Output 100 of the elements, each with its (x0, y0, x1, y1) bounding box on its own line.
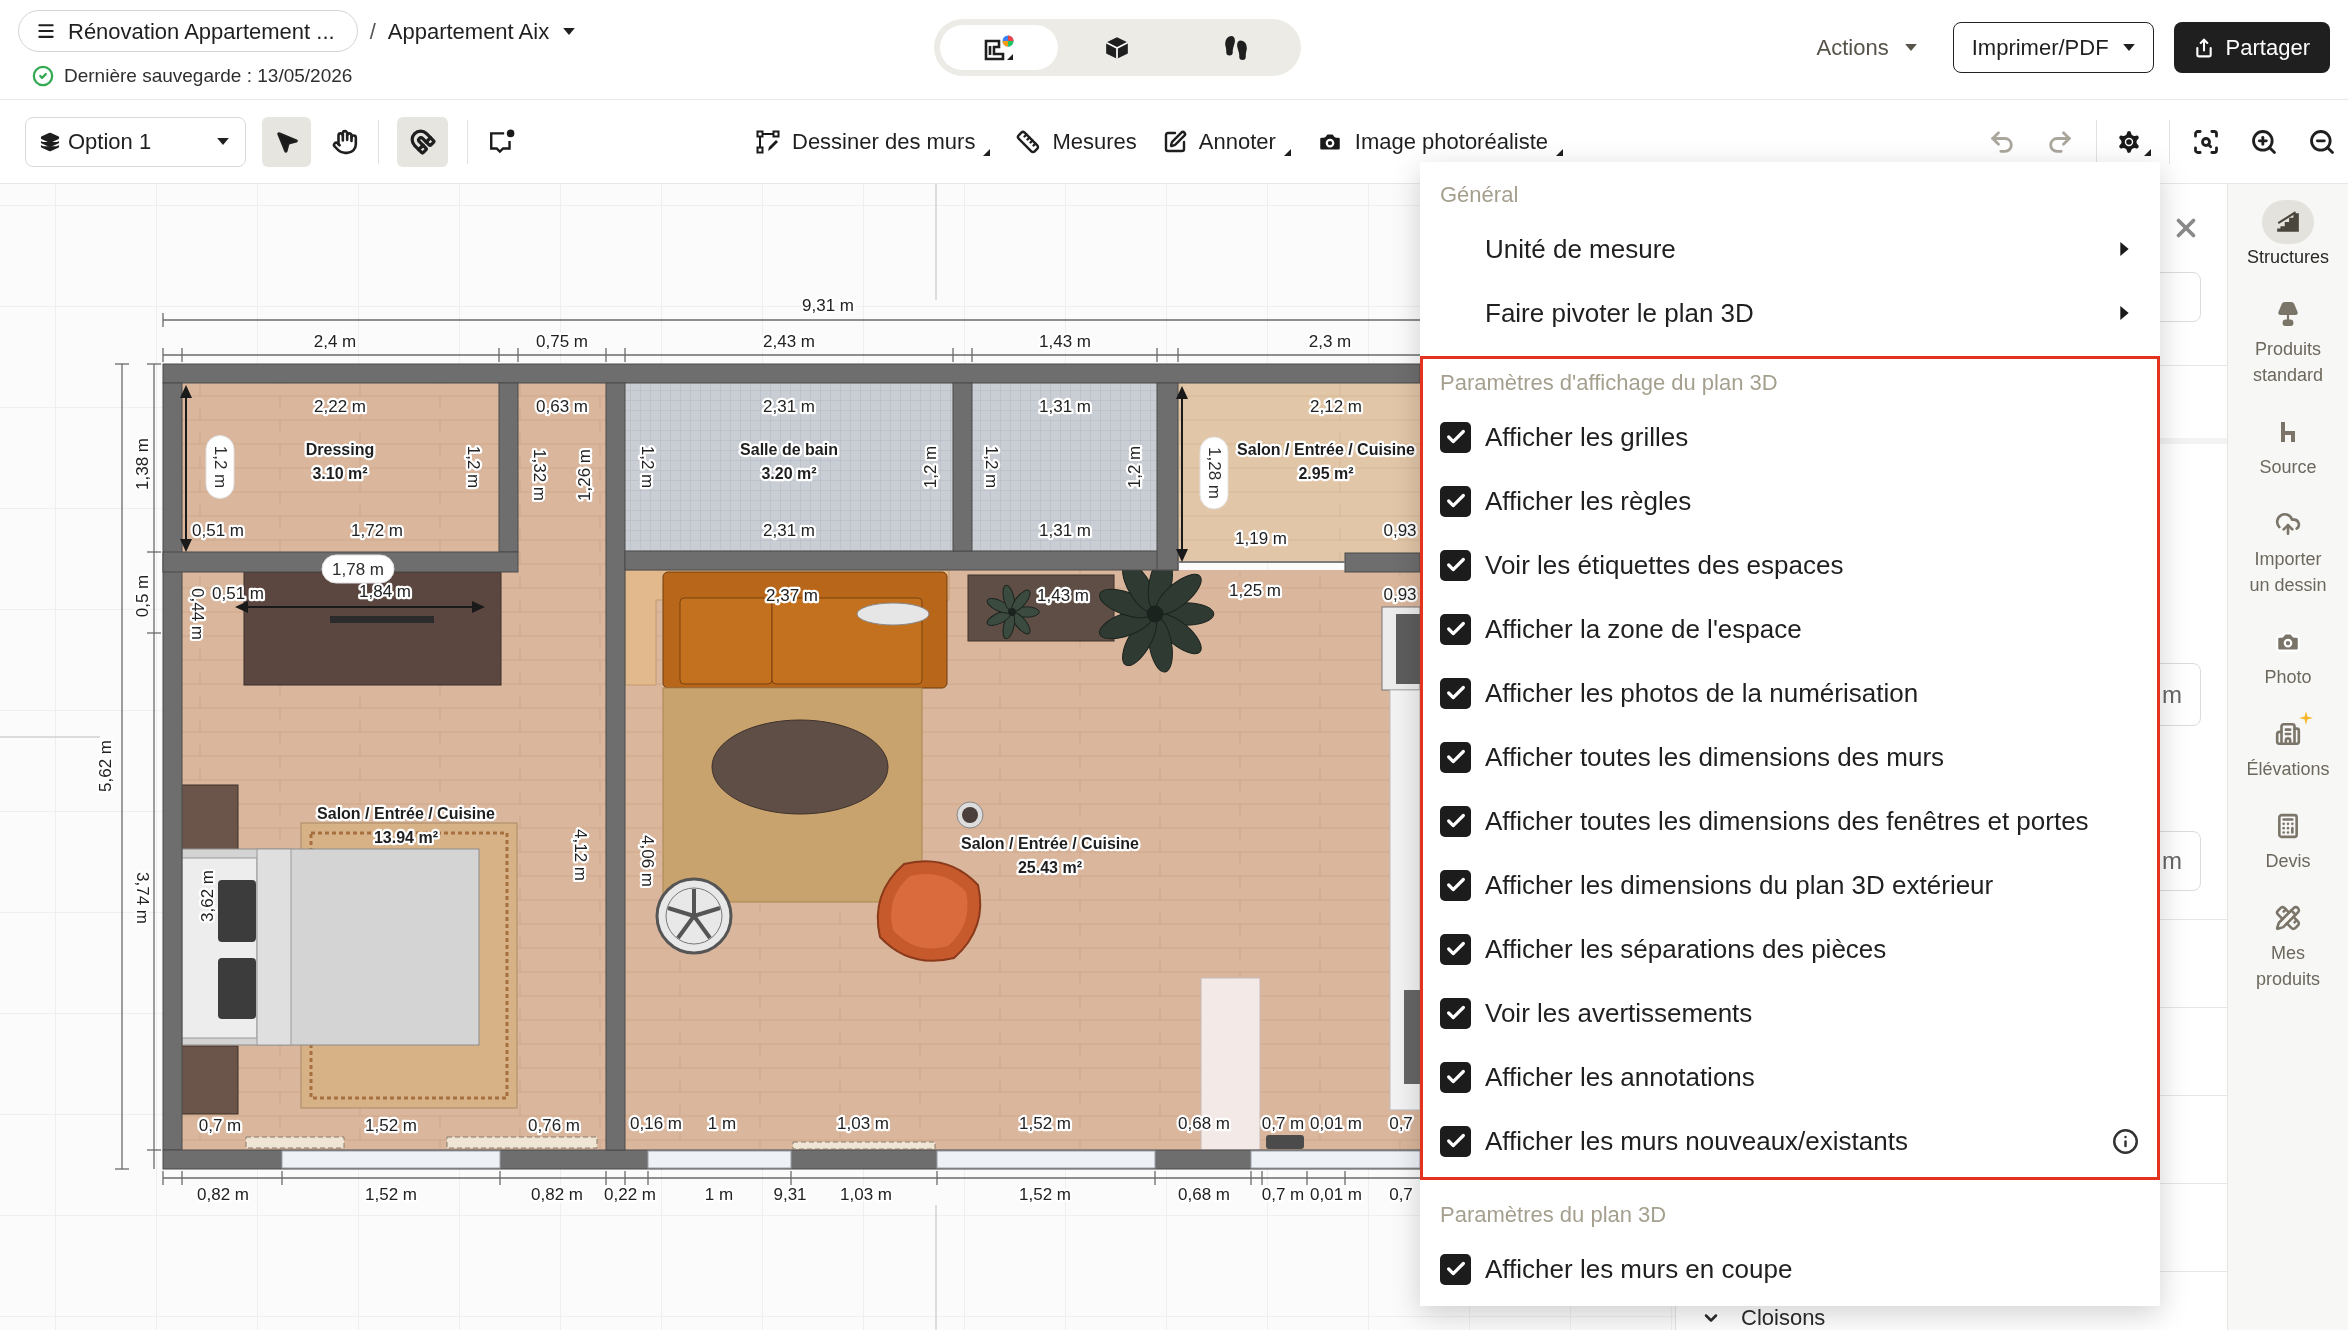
dimension-label: 0,44 m (187, 588, 207, 640)
dimension-label: 2,31 m (763, 396, 815, 416)
menu-item[interactable]: Afficher les règles (1423, 469, 2157, 533)
checkbox[interactable] (1440, 1061, 1471, 1093)
checkbox[interactable] (1440, 677, 1471, 709)
menu-item[interactable]: Afficher la zone de l'espace (1423, 597, 2157, 661)
dimension-label: 4,06 m (637, 835, 657, 887)
menu-item[interactable]: Afficher toutes les dimensions des murs (1423, 725, 2157, 789)
dimension-label: 0,7 m (1261, 1184, 1305, 1204)
dimension-label: 0,5 m (132, 574, 152, 618)
dimension-label: 1,43 m (1037, 585, 1089, 605)
save-status: Dernière sauvegarde : 13/05/2026 (64, 64, 353, 88)
dimension-label: 1,72 m (351, 520, 403, 540)
checkbox[interactable] (1440, 805, 1471, 837)
tool-button[interactable] (262, 116, 311, 167)
layers-icon (40, 131, 60, 152)
dimension-label: 1 m (704, 1184, 734, 1204)
checkbox[interactable] (1440, 933, 1471, 965)
sidebar-item[interactable]: Source (2232, 410, 2344, 480)
dimension-label: 0,93 (1383, 584, 1417, 604)
menu-item[interactable]: Afficher les dimensions du plan 3D extérieur (1423, 853, 2157, 917)
checkbox[interactable] (1440, 613, 1471, 645)
view-mode-tab[interactable] (940, 25, 1059, 70)
menu-item[interactable]: Afficher toutes les dimensions des fenêtres et portes (1423, 789, 2157, 853)
dimension-label: 1,38 m (132, 438, 152, 490)
room-area: 2.95 m² (1298, 464, 1354, 482)
plan-selector[interactable]: Appartement Aix (387, 14, 576, 48)
magnet-icon (409, 128, 436, 155)
dimension-label: 1,52 m (1019, 1113, 1071, 1133)
toolbar-menu-button[interactable]: Image photoréaliste (1316, 125, 1564, 158)
sidebar-item[interactable]: Structures (2232, 200, 2344, 270)
dimension-label: 0,22 m (604, 1184, 656, 1204)
actions-menu-button[interactable]: Actions (1806, 22, 1927, 73)
footprints-icon (1222, 34, 1249, 61)
section-header[interactable]: Cloisons (1701, 1306, 2201, 1330)
dimension-label: 0,01 m (1310, 1184, 1362, 1204)
dimension-label: 9,31 m (802, 295, 854, 315)
checkbox[interactable] (1440, 1253, 1471, 1285)
dimension-label: 1,43 m (1039, 331, 1091, 351)
room-name: Salon / Entrée / Cuisine (317, 804, 495, 822)
dimension-label: 0,82 m (197, 1184, 249, 1204)
checkbox[interactable] (1440, 869, 1471, 901)
lamp-icon (2275, 301, 2301, 327)
zoom-out-icon (2308, 127, 2336, 156)
dimension-tag: 1,28 m (1199, 436, 1229, 510)
dimension-label: 0,93 (1383, 520, 1417, 540)
checkbox[interactable] (1440, 1125, 1471, 1157)
toggle-button[interactable] (397, 116, 448, 167)
toolbar-menu-button[interactable]: Dessiner des murs (756, 125, 991, 158)
print-button[interactable]: Imprimer/PDF (1952, 22, 2154, 73)
dimension-label: 1,52 m (365, 1184, 417, 1204)
option-select[interactable]: Option 1 (25, 116, 246, 167)
floor-lamp (956, 801, 984, 829)
toolbar-menu-button[interactable]: Annoter (1162, 125, 1291, 158)
caret-icon (563, 27, 576, 35)
sidebar-item[interactable]: Produits standard (2232, 292, 2344, 388)
room-name: Dressing (305, 440, 375, 458)
menu-item[interactable]: Voir les avertissements (1423, 981, 2157, 1045)
sidebar-item[interactable]: Mes produits (2232, 896, 2344, 992)
checkbox[interactable] (1440, 549, 1471, 581)
sidebar-item[interactable]: Importer un dessin (2232, 502, 2344, 598)
checkbox[interactable] (1440, 421, 1471, 453)
menu-item[interactable]: Afficher les murs nouveaux/existants (1423, 1109, 2157, 1173)
dimension-label: 0,75 m (536, 331, 588, 351)
check-circle-icon (32, 65, 54, 88)
sidebar-item[interactable]: Devis (2232, 804, 2344, 874)
checkbox[interactable] (1440, 741, 1471, 773)
share-button[interactable]: Partager (2173, 22, 2330, 73)
dimension-label: 0,7 m (198, 1115, 242, 1135)
sidebar-item[interactable]: Élévations (2232, 712, 2344, 782)
calculator-icon (2275, 813, 2301, 839)
menu-item[interactable]: Afficher les murs en coupe (1423, 1237, 2157, 1301)
dimension-label: 1,2 m (1124, 445, 1144, 489)
dimension-label: 0,76 m (528, 1115, 580, 1135)
sidebar-item[interactable]: Photo (2232, 620, 2344, 690)
dimension-label: 0,63 m (536, 396, 588, 416)
room-area: 25.43 m² (1018, 858, 1082, 876)
menu-item[interactable]: Faire pivoter le plan 3D (1423, 281, 2157, 345)
menu-item[interactable]: Voir les étiquettes des espaces (1423, 533, 2157, 597)
dimension-tag: 1,78 m (321, 554, 395, 584)
toolbar-menu-button[interactable]: Mesures (1016, 125, 1137, 158)
dimension-label: 1,31 m (1039, 396, 1091, 416)
menu-item[interactable]: Afficher les annotations (1423, 1045, 2157, 1109)
note-icon (488, 128, 516, 155)
room-area: 3.20 m² (761, 464, 817, 482)
menu-section-title: Général (1439, 180, 1520, 209)
menu-item[interactable]: Afficher les photos de la numérisation (1423, 661, 2157, 725)
caret-icon (217, 138, 229, 145)
checkbox[interactable] (1440, 997, 1471, 1029)
floor-plan-icon (984, 34, 1015, 61)
dimension-label: 2,22 m (314, 396, 366, 416)
scan-search-icon (2192, 127, 2220, 156)
menu-item[interactable]: Afficher les séparations des pièces (1423, 917, 2157, 981)
menu-item[interactable]: Unité de mesure (1423, 217, 2157, 281)
checkbox[interactable] (1440, 485, 1471, 517)
caret-right-icon (2120, 306, 2129, 320)
dimension-label: 1,26 m (574, 449, 594, 501)
dimension-label: 1,52 m (365, 1115, 417, 1135)
dimension-label: 2,31 m (763, 520, 815, 540)
menu-item[interactable]: Afficher les grilles (1423, 405, 2157, 469)
